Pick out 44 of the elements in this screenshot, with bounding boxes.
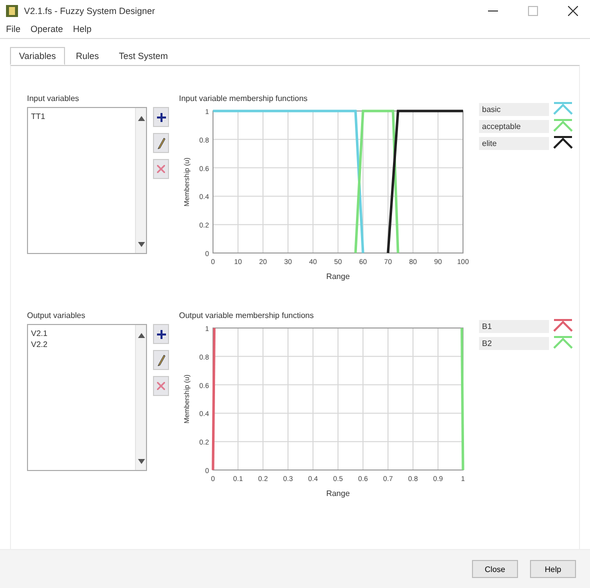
legend-label: basic [479, 102, 549, 116]
scroll-down-icon[interactable] [138, 459, 144, 464]
menu-item[interactable]: File [6, 24, 21, 34]
list-label: Input variables [27, 94, 80, 103]
plus-icon [156, 112, 166, 122]
list-item[interactable]: V2.2 [31, 339, 132, 350]
list-item[interactable]: TT1 [31, 111, 132, 122]
menu-item[interactable]: Operate [30, 24, 64, 34]
scrollbar[interactable] [135, 108, 146, 253]
legend-label: elite [479, 136, 549, 150]
tab[interactable]: Test System [110, 47, 177, 65]
legend-label: B1 [479, 320, 549, 332]
variable-list[interactable]: V2.1 V2.2 [27, 324, 147, 471]
scroll-up-icon[interactable] [138, 116, 144, 121]
scroll-up-icon[interactable] [138, 333, 144, 338]
app-icon [6, 5, 18, 17]
dialog-button[interactable]: Close [472, 560, 518, 578]
add-button[interactable] [153, 324, 169, 344]
edit-button[interactable] [153, 350, 169, 370]
add-button[interactable] [153, 107, 169, 127]
x-axis-label: Range [326, 489, 350, 498]
delete-icon [157, 165, 165, 173]
variable-list[interactable]: TT1 [27, 107, 147, 254]
chart-title: Input variable membership functions [179, 94, 309, 103]
menu-item[interactable]: Help [73, 24, 92, 34]
tab[interactable]: Variables [10, 47, 65, 65]
x-axis-label: Range [326, 272, 350, 281]
edit-button[interactable] [153, 133, 169, 153]
pencil-icon [156, 138, 166, 148]
legend-label: B2 [479, 336, 549, 350]
window-title: V2.1.fs - Fuzzy System Designer [24, 6, 156, 16]
scrollbar[interactable] [135, 325, 146, 470]
delete-icon [157, 382, 165, 390]
plus-icon [156, 330, 166, 338]
membership-shape-icon[interactable] [553, 136, 573, 150]
legend-label: acceptable [479, 120, 549, 132]
list-label: Output variables [27, 311, 86, 320]
list-item[interactable]: V2.1 [31, 328, 132, 339]
pencil-icon [156, 354, 166, 366]
tab[interactable]: Rules [66, 47, 108, 65]
scroll-down-icon[interactable] [138, 242, 144, 247]
chart-title: Output variable membership functions [179, 311, 315, 320]
close-icon[interactable] [568, 6, 578, 16]
dialog-button[interactable]: Help [530, 560, 576, 578]
